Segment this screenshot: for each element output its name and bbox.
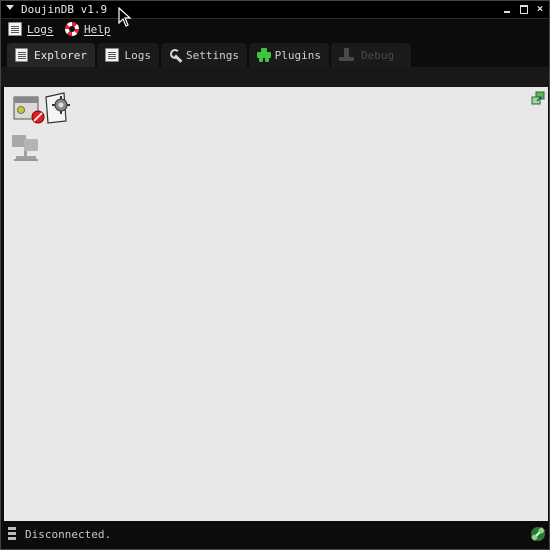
- tab-explorer-label: Explorer: [34, 48, 87, 62]
- menu-logs[interactable]: Logs: [8, 21, 54, 37]
- tab-logs[interactable]: Logs: [97, 43, 159, 67]
- connection-status: Disconnected.: [25, 528, 112, 541]
- puzzle-icon: [257, 48, 271, 62]
- menu-bar: Logs Help: [1, 19, 549, 39]
- database-blocked-icon[interactable]: [11, 91, 73, 125]
- tab-strip: [1, 67, 549, 87]
- server-icon: [8, 527, 16, 541]
- tab-settings-label: Settings: [186, 48, 239, 62]
- lifebuoy-icon: [65, 22, 79, 36]
- tab-bar: Explorer Logs Settings Plugins Debug: [1, 41, 549, 67]
- network-disconnected-icon[interactable]: [10, 133, 42, 163]
- document-icon: [15, 48, 29, 62]
- tab-settings[interactable]: Settings: [161, 43, 247, 67]
- mouse-cursor-icon: [118, 7, 132, 27]
- window-restore-icon[interactable]: [531, 91, 545, 105]
- app-window: DoujinDB v1.9 × Logs Help Explorer Logs …: [0, 0, 550, 550]
- tab-debug[interactable]: Debug: [331, 43, 411, 67]
- menu-help[interactable]: Help: [65, 21, 111, 37]
- document-icon: [105, 48, 119, 62]
- close-button[interactable]: ×: [534, 3, 546, 15]
- window-title: DoujinDB v1.9: [21, 3, 108, 16]
- tab-plugins-label: Plugins: [274, 48, 321, 62]
- wrench-icon: [169, 48, 181, 62]
- explorer-panel: [4, 87, 548, 521]
- tab-logs-label: Logs: [124, 48, 152, 62]
- menu-logs-label: Logs: [27, 22, 54, 36]
- minimize-button[interactable]: [501, 3, 513, 15]
- status-bar: Disconnected.: [1, 522, 549, 549]
- tab-explorer[interactable]: Explorer: [7, 43, 95, 67]
- maximize-button[interactable]: [518, 3, 530, 15]
- joystick-icon: [339, 48, 355, 62]
- tab-debug-label: Debug: [361, 48, 395, 62]
- connection-icon[interactable]: [530, 526, 546, 542]
- tab-plugins[interactable]: Plugins: [249, 43, 329, 67]
- title-bar[interactable]: DoujinDB v1.9 ×: [1, 1, 549, 19]
- menu-help-label: Help: [84, 22, 111, 36]
- document-icon: [8, 22, 22, 36]
- window-menu-icon[interactable]: [6, 5, 14, 10]
